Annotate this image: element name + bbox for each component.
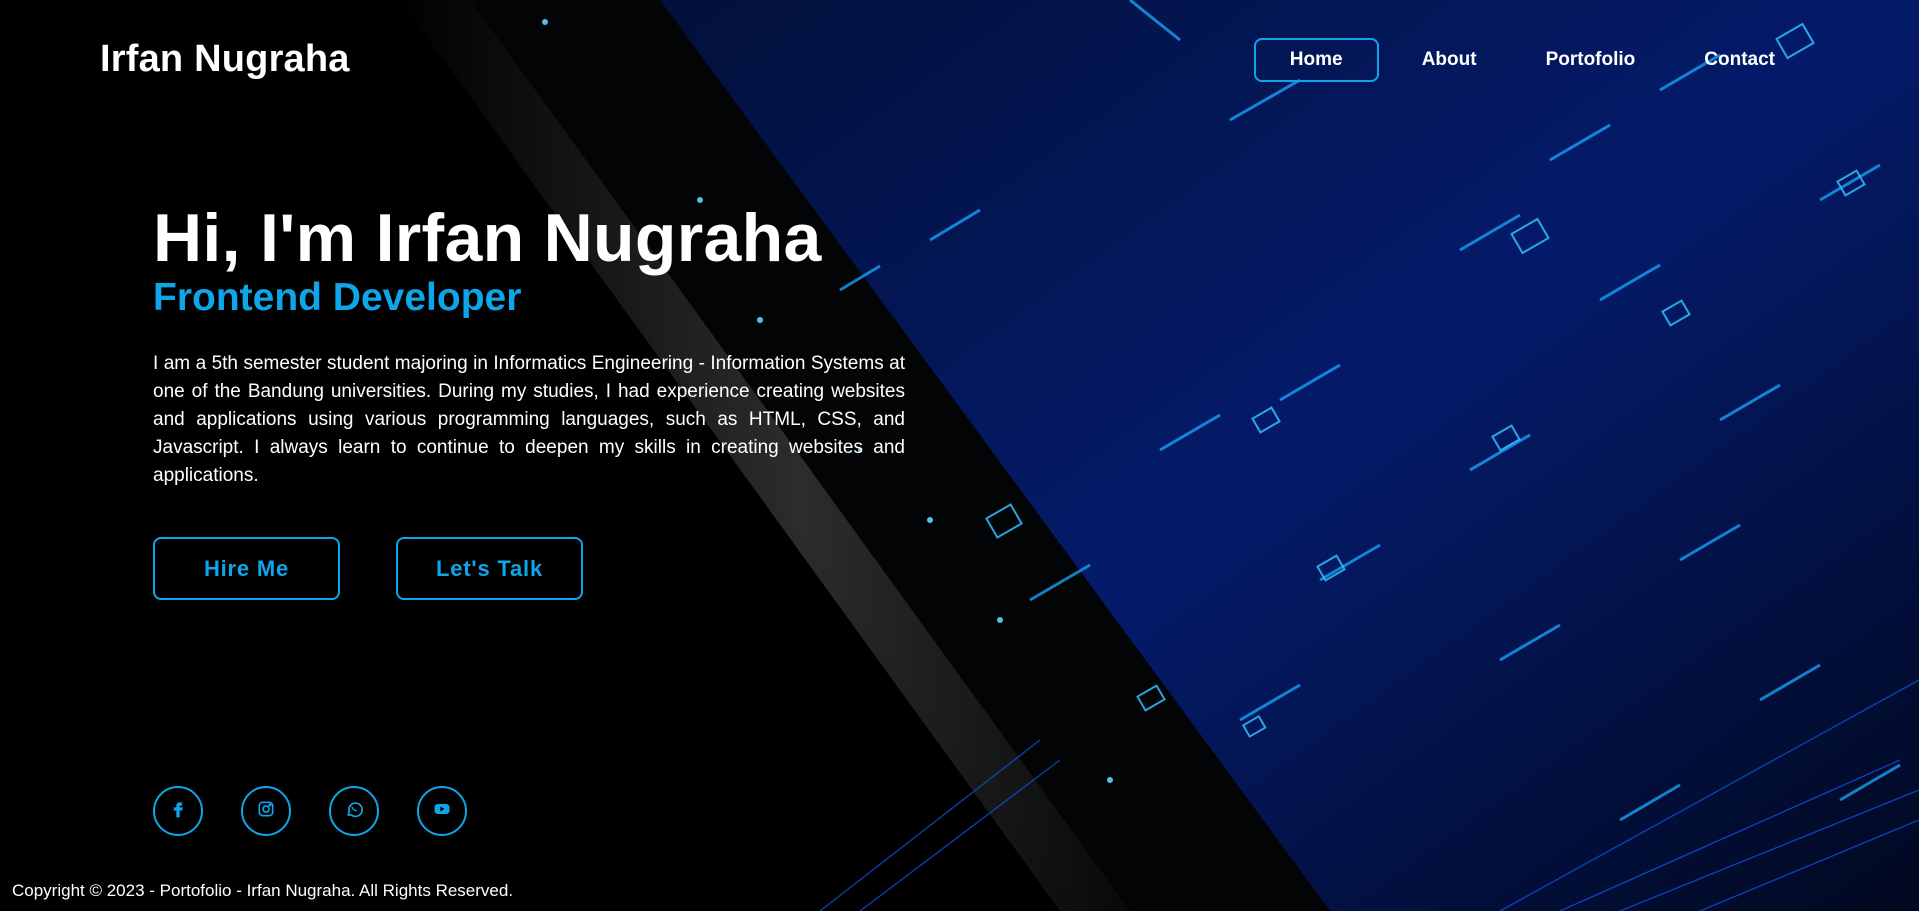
facebook-icon: [168, 799, 188, 824]
social-links: [153, 786, 467, 836]
nav-about-link[interactable]: About: [1396, 38, 1503, 82]
main-nav: Home About Portofolio Contact: [1237, 38, 1801, 82]
nav-portofolio-link[interactable]: Portofolio: [1520, 38, 1662, 82]
hero-actions: Hire Me Let's Talk: [153, 537, 583, 600]
nav-home-link[interactable]: Home: [1253, 38, 1379, 82]
whatsapp-link[interactable]: [329, 786, 379, 836]
instagram-icon: [256, 799, 276, 824]
hire-me-button[interactable]: Hire Me: [153, 537, 340, 600]
hero-section: Hi, I'm Irfan Nugraha Frontend Developer…: [153, 196, 905, 490]
instagram-link[interactable]: [241, 786, 291, 836]
youtube-icon: [432, 799, 452, 824]
youtube-link[interactable]: [417, 786, 467, 836]
nav-contact-link[interactable]: Contact: [1678, 38, 1801, 82]
hero-description: I am a 5th semester student majoring in …: [153, 353, 905, 486]
facebook-link[interactable]: [153, 786, 203, 836]
brand-logo-text[interactable]: Irfan Nugraha: [100, 38, 350, 81]
whatsapp-icon: [344, 799, 364, 824]
lets-talk-button[interactable]: Let's Talk: [396, 537, 583, 600]
site-header: Irfan Nugraha Home About Portofolio Cont…: [0, 0, 1919, 120]
hero-title: Hi, I'm Irfan Nugraha: [153, 200, 822, 276]
site-footer: Copyright © 2023 - Portofolio - Irfan Nu…: [12, 881, 514, 900]
hero-subtitle: Frontend Developer: [153, 276, 522, 319]
